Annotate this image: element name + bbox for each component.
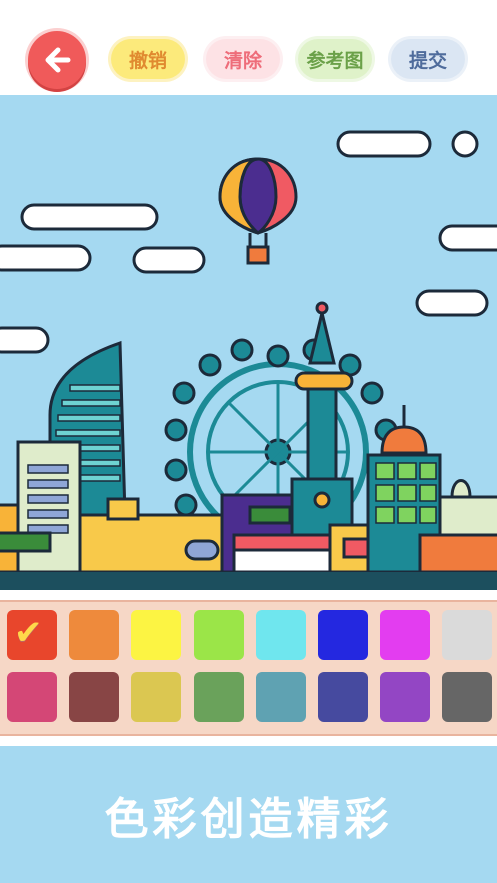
clear-button[interactable]: 清除 <box>206 39 280 79</box>
undo-button[interactable]: 撤销 <box>111 39 185 79</box>
color-swatch[interactable] <box>69 610 120 660</box>
color-swatch[interactable] <box>7 672 57 722</box>
left-buildings <box>0 440 82 574</box>
color-palette: ✔ <box>0 600 497 736</box>
submit-button[interactable]: 提交 <box>391 39 465 79</box>
color-swatch[interactable] <box>380 610 431 660</box>
color-swatch[interactable] <box>380 672 431 722</box>
reference-image-button[interactable]: 参考图 <box>298 39 372 79</box>
color-swatch[interactable] <box>442 610 493 660</box>
color-swatch[interactable] <box>442 672 493 722</box>
coloring-canvas[interactable] <box>0 95 497 590</box>
back-button[interactable] <box>28 31 86 89</box>
color-swatch[interactable] <box>255 610 306 660</box>
ground <box>0 572 497 590</box>
color-swatch[interactable] <box>318 610 368 660</box>
color-swatch[interactable] <box>131 672 182 722</box>
color-swatch[interactable] <box>255 672 306 722</box>
color-swatch[interactable] <box>69 672 120 722</box>
color-swatch[interactable]: ✔ <box>7 610 57 660</box>
hot-air-balloon <box>218 157 298 265</box>
checkmark-icon: ✔ <box>14 613 43 653</box>
color-swatch[interactable] <box>131 610 182 660</box>
footer-banner: 色彩创造精彩 <box>0 746 497 883</box>
arrow-left-icon <box>45 47 71 73</box>
slogan: 色彩创造精彩 <box>104 793 393 845</box>
toolbar: 撤销 清除 参考图 提交 <box>0 0 497 95</box>
spire-tower <box>294 301 354 501</box>
city-illustration <box>0 130 497 590</box>
color-swatch[interactable] <box>193 672 244 722</box>
color-swatch[interactable] <box>193 610 244 660</box>
color-swatch[interactable] <box>318 672 368 722</box>
